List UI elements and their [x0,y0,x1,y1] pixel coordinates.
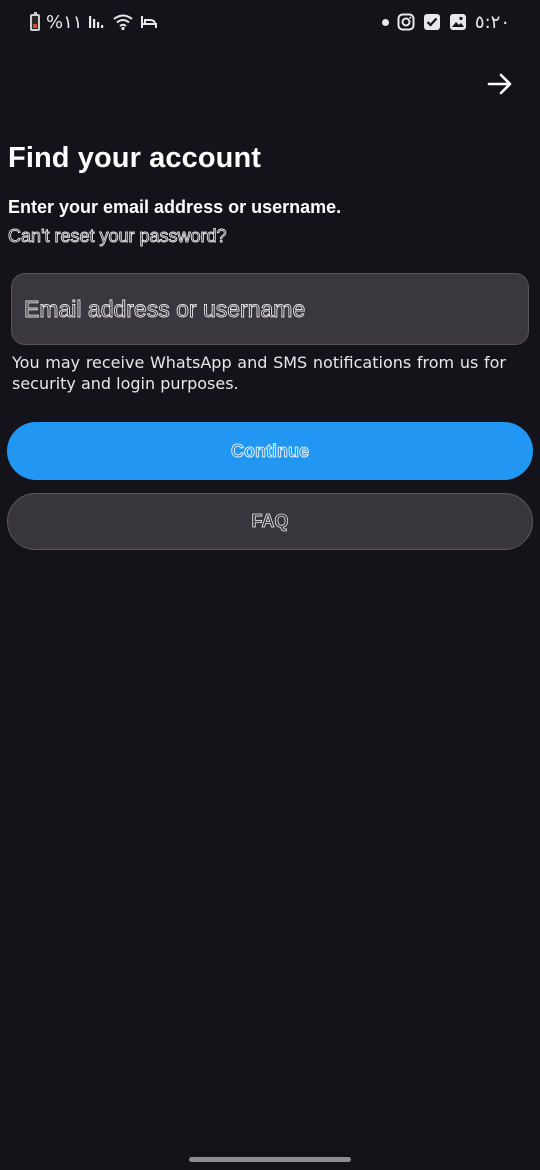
checkbox-icon [423,13,441,31]
find-account-screen: %١١ ٥:٢٠ Find your account Enter your em… [0,0,540,1170]
status-bar-left: %١١ [30,10,158,34]
status-bar: %١١ ٥:٢٠ [0,0,540,44]
faq-button-label: FAQ [251,511,289,532]
notification-dot-icon [381,18,389,26]
gallery-icon [449,13,467,31]
status-bar-right: ٥:٢٠ [381,10,510,34]
cant-reset-password-link[interactable]: Can't reset your password? [8,226,227,247]
instagram-icon [397,13,415,31]
continue-button[interactable]: Continue [7,422,533,480]
battery-icon [30,11,40,31]
battery-percentage: %١١ [46,11,83,33]
clock: ٥:٢٠ [474,11,510,33]
home-indicator[interactable] [189,1157,351,1162]
page-title: Find your account [8,142,262,174]
arrow-right-icon[interactable] [484,68,516,100]
email-username-input[interactable] [24,295,528,323]
continue-button-label: Continue [231,440,310,461]
notifications-notice: You may receive WhatsApp and SMS notific… [12,353,506,393]
faq-button[interactable]: FAQ [7,493,533,550]
wifi-icon [112,13,134,31]
sleep-mode-icon [140,14,158,30]
email-username-field[interactable] [11,273,529,345]
signal-icon [88,14,106,30]
page-subtitle: Enter your email address or username. [8,197,342,217]
